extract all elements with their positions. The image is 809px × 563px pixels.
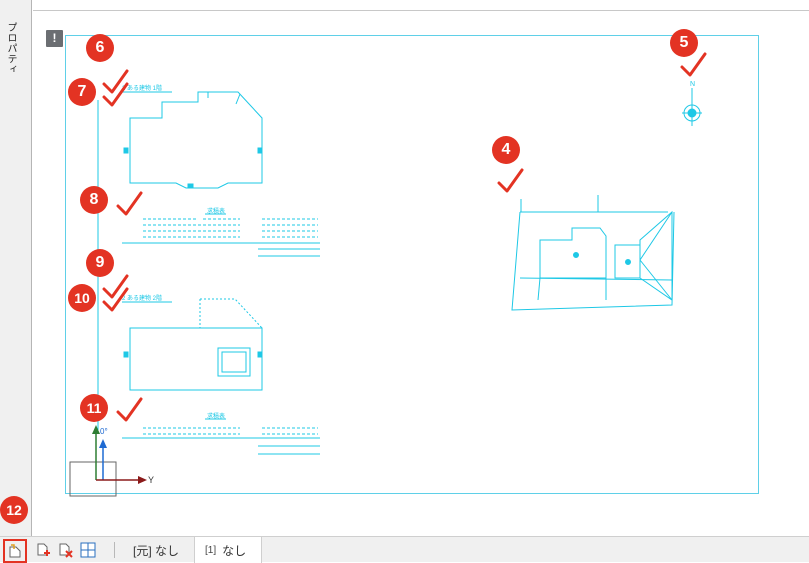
layout-grid-icon — [80, 542, 96, 558]
axis-y-label: Y — [148, 475, 154, 485]
callout-badge-5: 5 — [670, 29, 698, 57]
callout-badge-9: 9 — [86, 249, 114, 277]
delete-layout-icon — [59, 543, 73, 558]
new-layout-icon — [9, 544, 21, 558]
upper-floor-plan: 2 ある建物 1階 — [122, 84, 263, 189]
callout-badge-11: 11 — [80, 394, 108, 422]
check-mark-5 — [680, 52, 707, 77]
lower-floor-plan: 2 ある建物 2階 — [122, 294, 263, 391]
lower-area-table: 求積表 — [122, 412, 320, 455]
callout-badge-10: 10 — [68, 284, 96, 312]
upper-area-table: 求積表 — [122, 207, 320, 257]
check-mark-11 — [116, 397, 143, 422]
callout-badge-7: 7 — [68, 78, 96, 106]
axis-x-label: 0° — [100, 427, 108, 436]
tab-layout-1-label: なし — [222, 543, 247, 558]
add-layout-icon — [37, 543, 50, 556]
callout-badge-8: 8 — [80, 186, 108, 214]
callout-badge-4: 4 — [492, 136, 520, 164]
status-bar-divider — [114, 542, 115, 558]
delete-layout-button[interactable] — [55, 540, 75, 560]
lower-floor-title: 2 ある建物 2階 — [122, 294, 162, 302]
status-bar: [元] なし [1] なし — [0, 536, 809, 563]
compass-label: N — [690, 81, 695, 88]
tab-layout-1-number: [1] — [205, 544, 217, 556]
tab-layout-1[interactable]: [1] なし — [194, 537, 262, 563]
north-compass-icon: N — [682, 81, 702, 126]
ucs-axis-icon: Y 0° — [69, 425, 154, 497]
check-mark-4 — [497, 168, 524, 193]
upper-floor-title: 2 ある建物 1階 — [122, 84, 162, 92]
callout-badge-12: 12 — [0, 496, 28, 524]
layout-grid-button[interactable] — [78, 540, 98, 560]
callout-badge-6: 6 — [86, 34, 114, 62]
check-mark-8 — [116, 191, 143, 216]
new-layout-button[interactable] — [3, 539, 27, 563]
site-plan — [511, 195, 675, 311]
tab-source-layout[interactable]: [元] なし — [123, 537, 189, 563]
add-layout-button[interactable] — [33, 540, 53, 560]
tab-source-label: [元] なし — [133, 543, 180, 558]
cad-drawing: 2 ある建物 1階 求積表 2 ある建物 2階 求積表 N Y 0° — [69, 52, 707, 497]
